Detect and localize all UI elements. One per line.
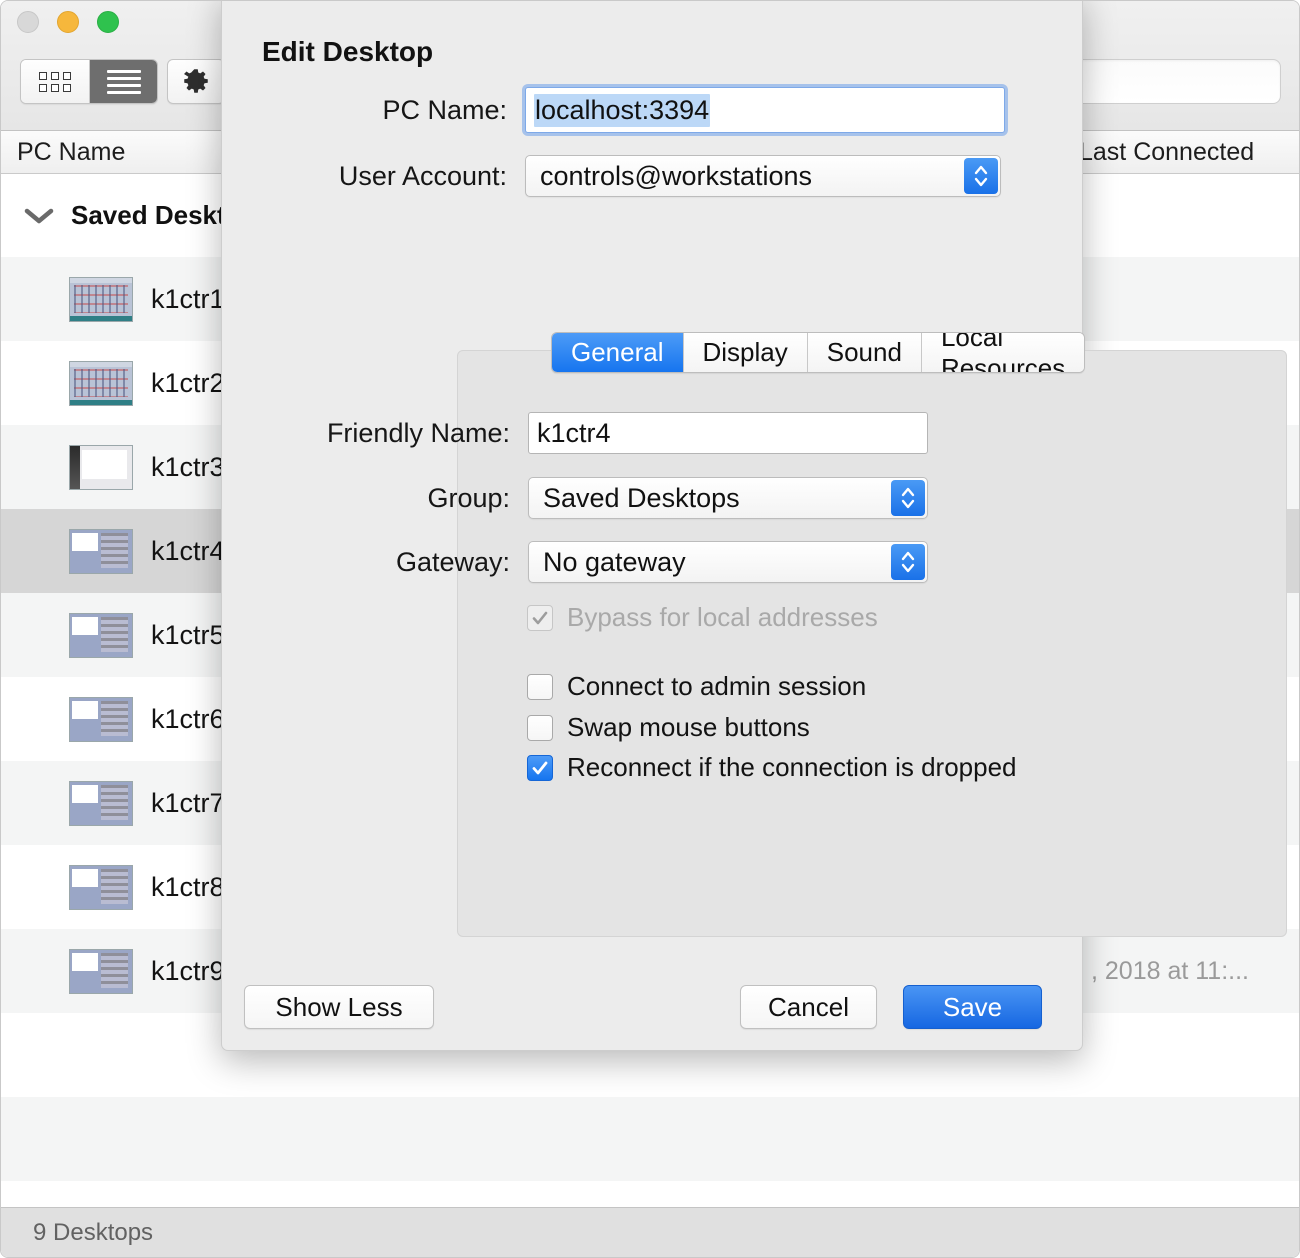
status-text: 9 Desktops: [33, 1219, 153, 1247]
group-field-row: Group: Saved Desktops: [312, 477, 1032, 519]
desktop-name: k1ctr6: [151, 704, 225, 735]
user-account-label: User Account:: [262, 161, 507, 192]
group-value: Saved Desktops: [543, 483, 740, 514]
close-window-icon[interactable]: [17, 11, 39, 33]
cancel-button[interactable]: Cancel: [740, 985, 877, 1029]
reconnect-label: Reconnect if the connection is dropped: [567, 752, 1017, 783]
chevron-updown-icon[interactable]: [891, 480, 925, 516]
reconnect-checkbox[interactable]: [527, 755, 553, 781]
maximize-window-icon[interactable]: [97, 11, 119, 33]
swap-mouse-checkbox[interactable]: [527, 715, 553, 741]
list-icon: [107, 70, 141, 94]
friendly-name-input[interactable]: k1ctr4: [528, 412, 928, 454]
tab-strip: General Display Sound Local Resources: [551, 332, 1085, 373]
desktop-thumbnail: [69, 697, 133, 742]
view-mode-segmented-control[interactable]: [20, 59, 158, 104]
pc-name-input[interactable]: localhost:3394: [525, 87, 1005, 133]
pc-name-label: PC Name:: [262, 95, 507, 126]
desktop-thumbnail: [69, 613, 133, 658]
bypass-local-addresses-label: Bypass for local addresses: [567, 602, 878, 633]
status-bar: 9 Desktops: [1, 1207, 1300, 1257]
friendly-name-value: k1ctr4: [537, 418, 611, 449]
desktop-name: k1ctr1: [151, 284, 225, 315]
gateway-label: Gateway:: [312, 547, 510, 578]
friendly-name-label: Friendly Name:: [312, 418, 510, 449]
desktop-thumbnail: [69, 781, 133, 826]
table-empty-row: [1, 1097, 1300, 1181]
bypass-local-addresses-checkbox: [527, 605, 553, 631]
tab-local-resources[interactable]: Local Resources: [921, 333, 1084, 372]
column-header-pc-name[interactable]: PC Name: [17, 131, 125, 174]
user-account-field-row: User Account: controls@workstations: [262, 155, 1042, 197]
tab-display[interactable]: Display: [683, 333, 807, 372]
desktop-thumbnail: [69, 277, 133, 322]
grid-icon: [39, 72, 71, 92]
show-less-button[interactable]: Show Less: [244, 985, 434, 1029]
desktop-name: k1ctr4: [151, 536, 225, 567]
desktop-name: k1ctr5: [151, 620, 225, 651]
tab-general[interactable]: General: [552, 333, 683, 372]
gear-icon: [181, 67, 211, 97]
admin-session-checkbox[interactable]: [527, 674, 553, 700]
main-window: PC Name Last Connected Saved Desktops k1…: [0, 0, 1300, 1258]
group-select[interactable]: Saved Desktops: [528, 477, 928, 519]
chevron-down-icon[interactable]: [21, 207, 57, 225]
user-account-value: controls@workstations: [540, 161, 812, 192]
tab-sound[interactable]: Sound: [807, 333, 921, 372]
desktop-name: k1ctr2: [151, 368, 225, 399]
minimize-window-icon[interactable]: [57, 11, 79, 33]
gateway-value: No gateway: [543, 547, 686, 578]
admin-session-label: Connect to admin session: [567, 671, 866, 702]
chevron-updown-icon[interactable]: [891, 544, 925, 580]
settings-button[interactable]: [167, 59, 225, 104]
column-header-last-connected[interactable]: Last Connected: [1079, 131, 1254, 174]
pc-name-value: localhost:3394: [534, 94, 710, 127]
desktop-thumbnail: [69, 445, 133, 490]
desktop-thumbnail: [69, 949, 133, 994]
check-icon: [530, 608, 550, 628]
desktop-thumbnail: [69, 865, 133, 910]
bypass-local-addresses-row: Bypass for local addresses: [527, 602, 878, 633]
grid-view-button[interactable]: [21, 60, 89, 103]
save-button[interactable]: Save: [903, 985, 1042, 1029]
friendly-name-field-row: Friendly Name: k1ctr4: [312, 412, 1032, 454]
desktop-name: k1ctr7: [151, 788, 225, 819]
gateway-field-row: Gateway: No gateway: [312, 541, 1032, 583]
reconnect-row[interactable]: Reconnect if the connection is dropped: [527, 752, 1017, 783]
check-icon: [530, 758, 550, 778]
desktop-last-connected: , 2018 at 11:...: [1091, 957, 1249, 986]
pc-name-field-row: PC Name: localhost:3394: [262, 87, 1042, 133]
desktop-thumbnail: [69, 529, 133, 574]
chevron-updown-icon[interactable]: [964, 158, 998, 194]
dialog-title: Edit Desktop: [262, 36, 433, 68]
gateway-select[interactable]: No gateway: [528, 541, 928, 583]
group-label-text: Group:: [312, 483, 510, 514]
desktop-name: k1ctr3: [151, 452, 225, 483]
desktop-thumbnail: [69, 361, 133, 406]
list-view-button[interactable]: [89, 60, 157, 103]
edit-desktop-dialog: Edit Desktop PC Name: localhost:3394 Use…: [221, 0, 1083, 1051]
desktop-name: k1ctr9: [151, 956, 225, 987]
user-account-select[interactable]: controls@workstations: [525, 155, 1001, 197]
traffic-lights: [17, 11, 119, 33]
admin-session-row[interactable]: Connect to admin session: [527, 671, 866, 702]
swap-mouse-label: Swap mouse buttons: [567, 712, 810, 743]
swap-mouse-row[interactable]: Swap mouse buttons: [527, 712, 810, 743]
desktop-name: k1ctr8: [151, 872, 225, 903]
